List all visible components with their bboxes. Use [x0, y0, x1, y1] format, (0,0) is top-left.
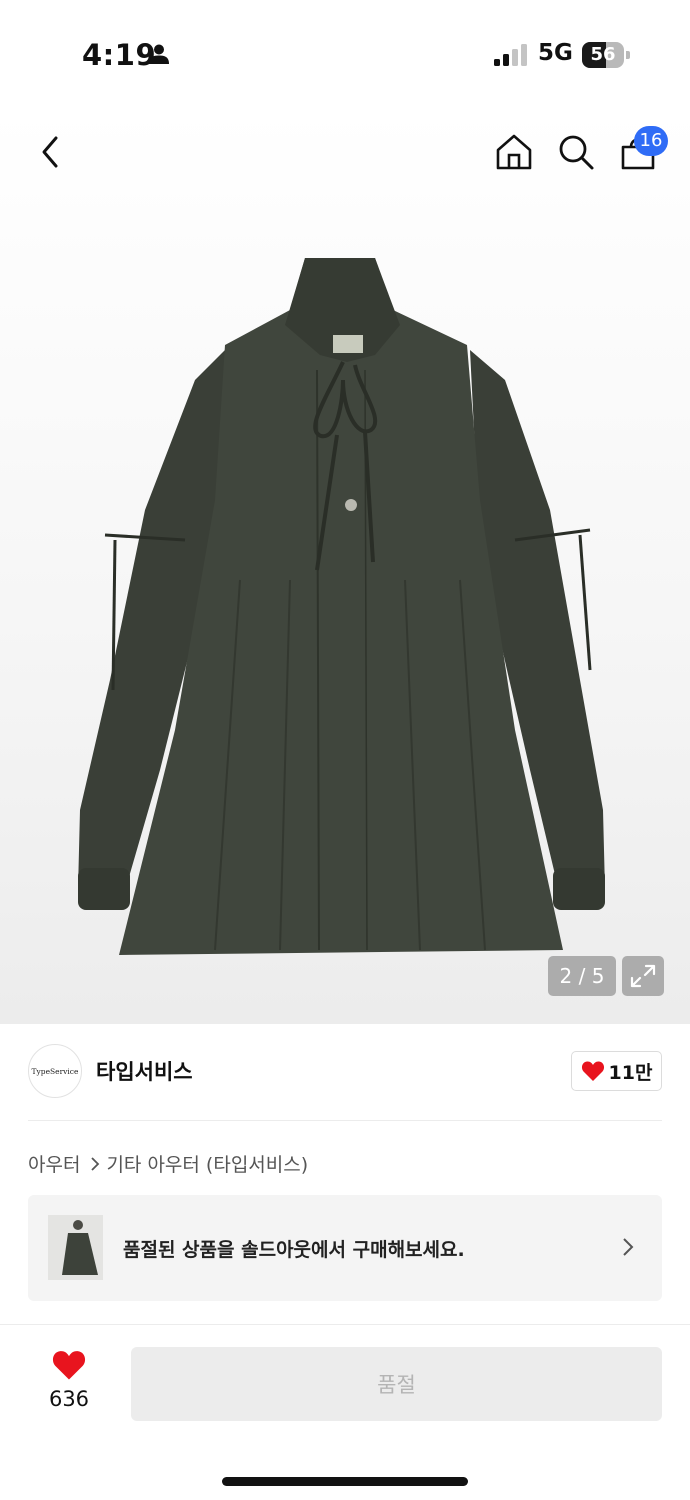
chevron-right-icon — [623, 1238, 634, 1256]
product-image[interactable] — [75, 250, 620, 970]
breadcrumb-category[interactable]: 아우터 — [28, 1150, 80, 1177]
brand-like-button[interactable]: 11만 — [571, 1051, 662, 1091]
expand-icon[interactable] — [622, 956, 664, 996]
brand-logo-text: TypeService — [31, 1066, 79, 1076]
battery-icon: 56 — [582, 42, 630, 68]
status-bar: 4:19 5G 56 — [0, 0, 690, 110]
home-indicator — [222, 1477, 468, 1486]
brand-like-count: 11만 — [608, 1061, 653, 1084]
soldout-button[interactable]: 품절 — [131, 1347, 662, 1421]
network-type: 5G — [538, 40, 573, 66]
back-icon[interactable] — [30, 130, 70, 174]
product-gallery[interactable]: 16 2 / 5 — [0, 110, 690, 1024]
heart-icon — [52, 1351, 86, 1380]
banner-text: 품절된 상품을 솔드아웃에서 구매해보세요. — [123, 1239, 465, 1261]
soldout-banner[interactable]: 품절된 상품을 솔드아웃에서 구매해보세요. — [28, 1195, 662, 1301]
cart-badge: 16 — [634, 126, 668, 156]
breadcrumb-subcategory[interactable]: 기타 아우터 (타입서비스) — [106, 1150, 308, 1177]
signal-icon — [494, 44, 527, 66]
page-indicator: 2 / 5 — [548, 956, 616, 996]
divider — [28, 1120, 662, 1121]
bottom-bar: 636 품절 — [0, 1324, 690, 1500]
battery-level: 56 — [590, 44, 616, 65]
search-icon[interactable] — [556, 130, 596, 174]
chevron-right-icon — [91, 1156, 100, 1171]
home-icon[interactable] — [494, 130, 534, 174]
status-time: 4:19 — [82, 38, 157, 72]
breadcrumb: 아우터 기타 아우터 (타입서비스) — [28, 1150, 308, 1177]
wish-count: 636 — [48, 1387, 90, 1411]
heart-icon — [581, 1061, 604, 1081]
banner-thumbnail — [48, 1215, 103, 1280]
wish-button[interactable]: 636 — [36, 1349, 102, 1419]
person-icon — [149, 44, 169, 64]
brand-logo[interactable]: TypeService — [28, 1044, 82, 1098]
brand-name[interactable]: 타입서비스 — [96, 1056, 193, 1086]
